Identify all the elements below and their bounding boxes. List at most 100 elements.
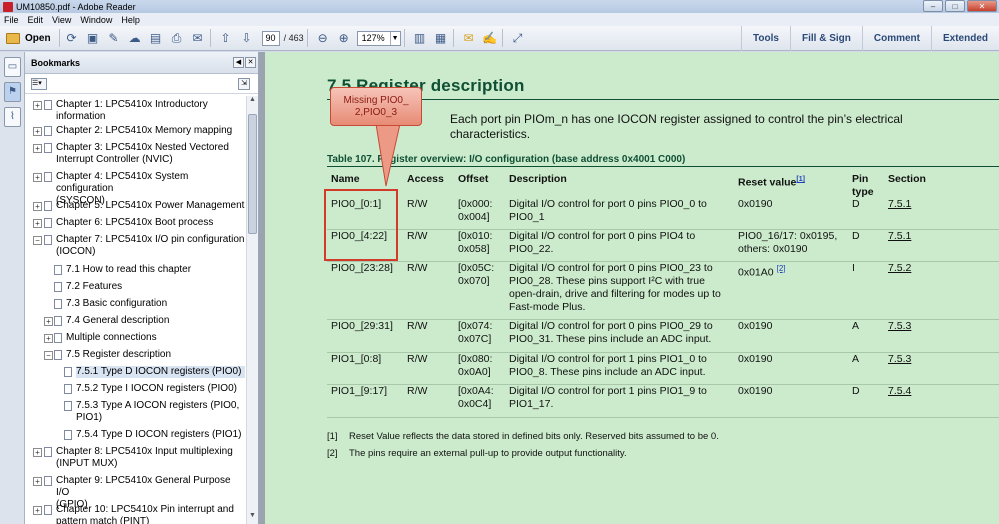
bookmark-item[interactable]: 7.5.1 Type D IOCON registers (PIO0) <box>25 366 245 378</box>
email-icon[interactable]: ✉ <box>189 29 207 47</box>
minimize-button[interactable]: – <box>923 0 943 12</box>
menu-help[interactable]: Help <box>121 15 140 25</box>
edit-pdf-icon[interactable]: ✎ <box>105 29 123 47</box>
footnote-link[interactable]: [2] <box>777 264 786 273</box>
folder-icon <box>6 32 20 44</box>
expand-icon[interactable]: + <box>33 127 42 136</box>
bookmark-item[interactable]: − 7.5 Register description <box>25 349 245 361</box>
zoom-out-icon[interactable]: ⊖ <box>314 29 332 47</box>
scrollbar-thumb[interactable] <box>248 114 257 234</box>
bookmarks-scrollbar[interactable]: ▲ ▼ <box>246 96 258 524</box>
menu-file[interactable]: File <box>4 15 19 25</box>
expand-icon[interactable]: + <box>33 477 42 486</box>
footnote-number: [1] <box>327 431 338 442</box>
bookmark-item[interactable]: + Chapter 10: LPC5410x Pin interrupt and p… <box>25 504 245 524</box>
page-thumbnails-icon[interactable]: ▭ <box>4 57 21 77</box>
expand-icon[interactable]: + <box>33 219 42 228</box>
page-up-icon[interactable]: ⇧ <box>217 29 235 47</box>
menu-edit[interactable]: Edit <box>28 15 44 25</box>
tab-fill-sign[interactable]: Fill & Sign <box>789 26 862 51</box>
bookmark-label: 7.5.4 Type D IOCON registers (PIO1) <box>76 429 242 440</box>
expand-icon[interactable]: + <box>33 202 42 211</box>
expand-icon[interactable]: + <box>44 334 53 343</box>
comment-icon[interactable]: ✉ <box>460 29 478 47</box>
bookmark-page-icon <box>44 100 52 110</box>
cell-reset-value: 0x0190 <box>738 198 773 210</box>
cloud-upload-icon[interactable]: ☁ <box>126 29 144 47</box>
section-link[interactable]: 7.5.1 <box>888 198 911 211</box>
expand-icon[interactable]: + <box>33 101 42 110</box>
chevron-down-icon[interactable]: ▼ <box>389 31 400 45</box>
bookmark-item[interactable]: 7.5.4 Type D IOCON registers (PIO1) <box>25 429 245 441</box>
bookmark-item[interactable]: 7.1 How to read this chapter <box>25 264 245 276</box>
scroll-mode-icon[interactable]: ▦ <box>432 29 450 47</box>
cell-reset-value: 0x0190 <box>738 353 773 365</box>
collapse-icon[interactable]: − <box>33 236 42 245</box>
bookmark-item[interactable]: + Chapter 1: LPC5410x Introductory informa… <box>25 99 245 123</box>
section-link[interactable]: 7.5.3 <box>888 320 911 333</box>
table-row: PIO1_[9:17] R/W [0x0A4: 0x0C4] Digital I/O c… <box>327 385 999 418</box>
scroll-up-icon[interactable]: ▲ <box>247 96 258 108</box>
tab-tools[interactable]: Tools <box>741 26 790 51</box>
attachments-icon[interactable]: ⌇ <box>4 107 21 127</box>
bookmark-item[interactable]: + Chapter 3: LPC5410x Nested Vectored Inte… <box>25 142 245 166</box>
toolbar-separator <box>209 29 211 47</box>
bookmark-item[interactable]: +7.4 General description <box>25 315 245 327</box>
section-link[interactable]: 7.5.2 <box>888 262 911 275</box>
section-link[interactable]: 7.5.3 <box>888 353 911 366</box>
open-button[interactable]: Open <box>4 29 60 47</box>
zoom-in-icon[interactable]: ⊕ <box>335 29 353 47</box>
expand-icon[interactable]: + <box>33 448 42 457</box>
tab-comment[interactable]: Comment <box>861 26 931 51</box>
expand-icon[interactable]: + <box>33 144 42 153</box>
section-link[interactable]: 7.5.4 <box>888 385 911 398</box>
expand-icon[interactable]: + <box>33 173 42 182</box>
cell-access: R/W <box>407 262 428 274</box>
missing-pins-highlight <box>324 189 398 261</box>
header-reset-note[interactable]: [1] <box>796 176 805 183</box>
header-offset: Offset <box>458 173 489 185</box>
toolbar-separator <box>403 29 405 47</box>
maximize-button[interactable]: □ <box>945 0 965 12</box>
bookmark-item[interactable]: 7.2 Features <box>25 281 245 293</box>
menu-view[interactable]: View <box>52 15 71 25</box>
bookmarks-icon[interactable]: ⚑ <box>4 82 21 102</box>
toolbar-separator <box>306 29 308 47</box>
expand-icon[interactable]: + <box>33 506 42 515</box>
options-menu-icon[interactable]: ☰▾ <box>31 77 47 90</box>
menu-window[interactable]: Window <box>80 15 112 25</box>
single-page-view-icon[interactable]: ▥ <box>411 29 429 47</box>
close-panel-icon[interactable]: ✕ <box>245 57 256 68</box>
bookmark-item[interactable]: 7.5.2 Type I IOCON registers (PIO0) <box>25 383 245 395</box>
scroll-down-icon[interactable]: ▼ <box>247 512 258 524</box>
bookmark-page-icon <box>64 384 72 394</box>
collapse-icon[interactable]: − <box>44 351 53 360</box>
navigation-pane-strip: ▭ ⚑ ⌇ <box>0 52 25 524</box>
full-screen-icon[interactable]: ⤢ <box>509 29 527 47</box>
highlight-icon[interactable]: ✍ <box>481 29 499 47</box>
bookmark-item[interactable]: + Chapter 6: LPC5410x Boot process <box>25 217 245 229</box>
expand-bookmark-icon[interactable]: ⇲ <box>238 78 250 90</box>
bookmark-item[interactable]: 7.3 Basic configuration <box>25 298 245 310</box>
create-pdf-icon[interactable]: ⟳ <box>63 29 81 47</box>
cell-access: R/W <box>407 198 428 210</box>
bookmark-item[interactable]: 7.5.3 Type A IOCON registers (PIO0, PIO1) <box>25 400 245 424</box>
table-row: PIO1_[0:8] R/W [0x080: 0x0A0] Digital I/O co… <box>327 353 999 385</box>
page-down-icon[interactable]: ⇩ <box>238 29 256 47</box>
collapse-panel-icon[interactable]: ◀ <box>233 57 244 68</box>
bookmark-item[interactable]: + Multiple connections <box>25 332 245 344</box>
bookmark-item[interactable]: + Chapter 2: LPC5410x Memory mapping <box>25 125 245 137</box>
expand-icon[interactable]: + <box>44 317 53 326</box>
bookmark-label: Chapter 5: LPC5410x Power Management <box>56 200 245 211</box>
bookmark-item[interactable]: + Chapter 5: LPC5410x Power Management <box>25 200 245 212</box>
bookmark-item[interactable]: + Chapter 8: LPC5410x Input multiplexing(… <box>25 446 245 470</box>
export-pdf-icon[interactable]: ▣ <box>84 29 102 47</box>
close-button[interactable]: ✕ <box>967 0 997 12</box>
save-icon[interactable]: ▤ <box>147 29 165 47</box>
section-link[interactable]: 7.5.1 <box>888 230 911 243</box>
page-number-input[interactable]: 90 <box>261 30 280 46</box>
print-icon[interactable]: ⎙ <box>168 29 186 47</box>
zoom-select[interactable]: 127% ▼ <box>356 30 401 46</box>
bookmark-item[interactable]: − Chapter 7: LPC5410x I/O pin configurati… <box>25 234 245 258</box>
tab-extended[interactable]: Extended <box>930 26 999 51</box>
